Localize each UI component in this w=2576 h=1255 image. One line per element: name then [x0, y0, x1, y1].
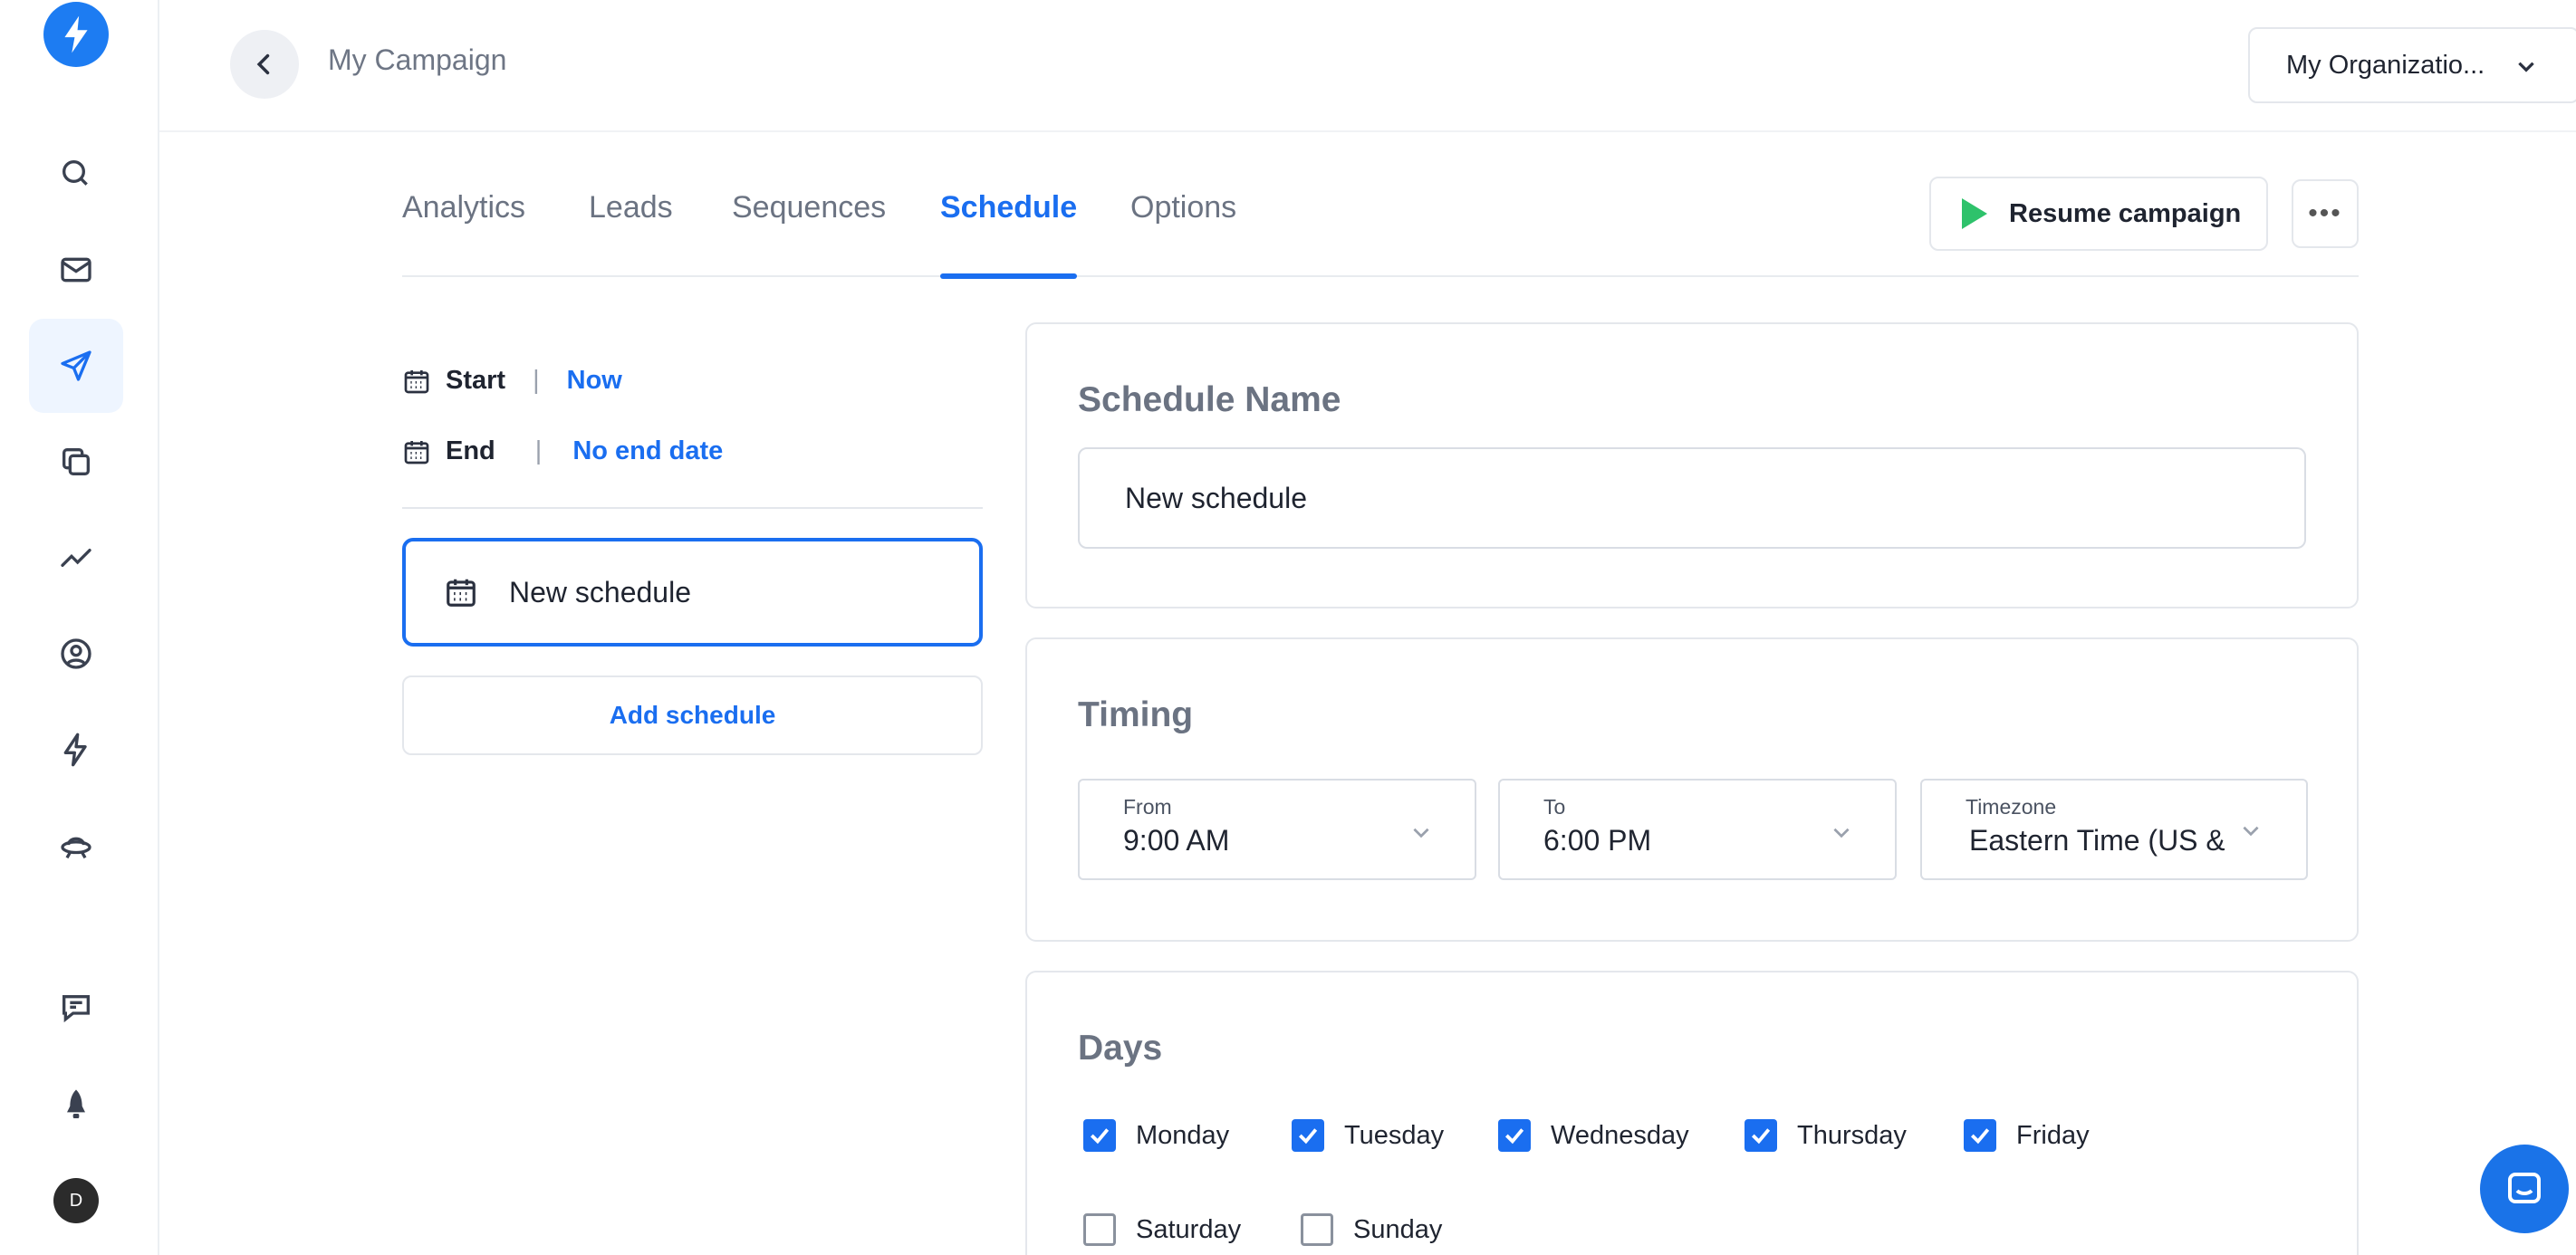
divider [402, 507, 983, 509]
ufo-icon[interactable] [29, 799, 123, 893]
rocket-icon[interactable] [29, 1058, 123, 1152]
day-label: Saturday [1136, 1214, 1242, 1244]
tab-options[interactable]: Options [1130, 190, 1236, 275]
chat-widget-button[interactable] [2480, 1145, 2569, 1233]
day-label: Sunday [1353, 1214, 1443, 1244]
tab-schedule[interactable]: Schedule [940, 190, 1078, 279]
timezone-label: Timezone [1966, 795, 2057, 819]
checkbox-unchecked[interactable] [1301, 1213, 1333, 1246]
chat-bolt-icon[interactable] [29, 962, 123, 1056]
timezone-select[interactable]: Timezone Eastern Time (US & [1920, 779, 2308, 880]
schedule-name-input[interactable]: New schedule [1078, 447, 2306, 549]
day-saturday[interactable]: Saturday [1083, 1213, 1241, 1246]
schedule-item-label: New schedule [509, 575, 691, 608]
more-icon: ••• [2308, 198, 2342, 228]
to-value: 6:00 PM [1543, 824, 1652, 857]
mail-icon[interactable] [29, 223, 123, 317]
send-icon[interactable] [29, 319, 123, 413]
page-title: My Campaign [328, 43, 507, 76]
user-circle-icon[interactable] [29, 607, 123, 701]
schedule-list-item[interactable]: New schedule [402, 538, 983, 647]
chevron-down-icon [1833, 828, 1850, 838]
checkbox-checked[interactable] [1498, 1119, 1531, 1152]
to-time-select[interactable]: To 6:00 PM [1498, 779, 1897, 880]
tab-leads[interactable]: Leads [589, 190, 673, 275]
sidebar: D [0, 0, 159, 1255]
end-date-row[interactable]: End | No end date [402, 436, 723, 466]
tab-analytics[interactable]: Analytics [402, 190, 525, 275]
day-label: Monday [1136, 1120, 1230, 1150]
day-label: Friday [2016, 1120, 2090, 1150]
more-options-button[interactable]: ••• [2292, 179, 2359, 248]
day-label: Wednesday [1551, 1120, 1689, 1150]
end-value[interactable]: No end date [572, 436, 723, 466]
timing-heading: Timing [1078, 695, 1194, 734]
bolt-icon[interactable] [29, 703, 123, 797]
day-thursday[interactable]: Thursday [1745, 1119, 1907, 1152]
start-label: Start [446, 366, 506, 395]
chat-icon [2508, 1173, 2541, 1203]
play-icon [1962, 198, 1987, 229]
tab-sequences[interactable]: Sequences [732, 190, 886, 275]
trend-icon[interactable] [29, 511, 123, 605]
schedule-name-card: Schedule Name New schedule [1025, 322, 2359, 608]
check-icon [1970, 1128, 1990, 1145]
days-heading: Days [1078, 1029, 1163, 1068]
resume-campaign-label: Resume campaign [2009, 198, 2242, 228]
copy-icon[interactable] [29, 415, 123, 509]
to-label: To [1543, 795, 1566, 819]
day-label: Tuesday [1344, 1120, 1445, 1150]
avatar[interactable]: D [53, 1178, 99, 1223]
check-icon [1298, 1128, 1318, 1145]
calendar-icon [404, 440, 429, 464]
start-value[interactable]: Now [567, 366, 622, 396]
from-time-select[interactable]: From 9:00 AM [1078, 779, 1476, 880]
checkbox-checked[interactable] [1292, 1119, 1324, 1152]
chevron-down-icon [1413, 828, 1429, 838]
days-card: Days Monday Tuesday Wednesday Thursday F… [1025, 971, 2359, 1255]
top-bar: My Campaign My Organizatio... [159, 0, 2576, 132]
day-sunday[interactable]: Sunday [1301, 1213, 1442, 1246]
check-icon [1090, 1128, 1110, 1145]
day-label: Thursday [1797, 1120, 1907, 1150]
day-monday[interactable]: Monday [1083, 1119, 1229, 1152]
avatar-initial: D [69, 1190, 83, 1211]
check-icon [1504, 1128, 1524, 1145]
resume-campaign-button[interactable]: Resume campaign [1929, 177, 2268, 251]
organization-select[interactable]: My Organizatio... [2248, 27, 2576, 103]
end-separator: | [534, 436, 543, 465]
schedule-name-value: New schedule [1125, 481, 1307, 514]
schedule-name-heading: Schedule Name [1078, 380, 1341, 419]
back-button[interactable] [230, 30, 299, 99]
end-label: End [446, 436, 495, 465]
add-schedule-button[interactable]: Add schedule [402, 675, 983, 755]
search-icon[interactable] [29, 127, 123, 221]
calendar-icon [404, 369, 429, 393]
day-friday[interactable]: Friday [1964, 1119, 2090, 1152]
chevron-down-icon [2518, 62, 2534, 72]
chevron-left-icon [256, 53, 270, 75]
check-icon [1751, 1128, 1771, 1145]
day-wednesday[interactable]: Wednesday [1498, 1119, 1689, 1152]
checkbox-unchecked[interactable] [1083, 1213, 1116, 1246]
timing-card: Timing From 9:00 AM To 6:00 PM Timezone … [1025, 637, 2359, 942]
timezone-value: Eastern Time (US & [1969, 824, 2225, 857]
checkbox-checked[interactable] [1964, 1119, 1996, 1152]
checkbox-checked[interactable] [1083, 1119, 1116, 1152]
bolt-logo-icon[interactable] [43, 2, 109, 67]
day-tuesday[interactable]: Tuesday [1292, 1119, 1444, 1152]
calendar-icon [447, 579, 476, 607]
organization-label: My Organizatio... [2286, 50, 2485, 80]
chevron-down-icon [2243, 826, 2259, 837]
start-date-row[interactable]: Start | Now [402, 366, 622, 396]
checkbox-checked[interactable] [1745, 1119, 1777, 1152]
start-separator: | [533, 366, 540, 395]
from-value: 9:00 AM [1123, 824, 1230, 857]
from-label: From [1123, 795, 1172, 819]
